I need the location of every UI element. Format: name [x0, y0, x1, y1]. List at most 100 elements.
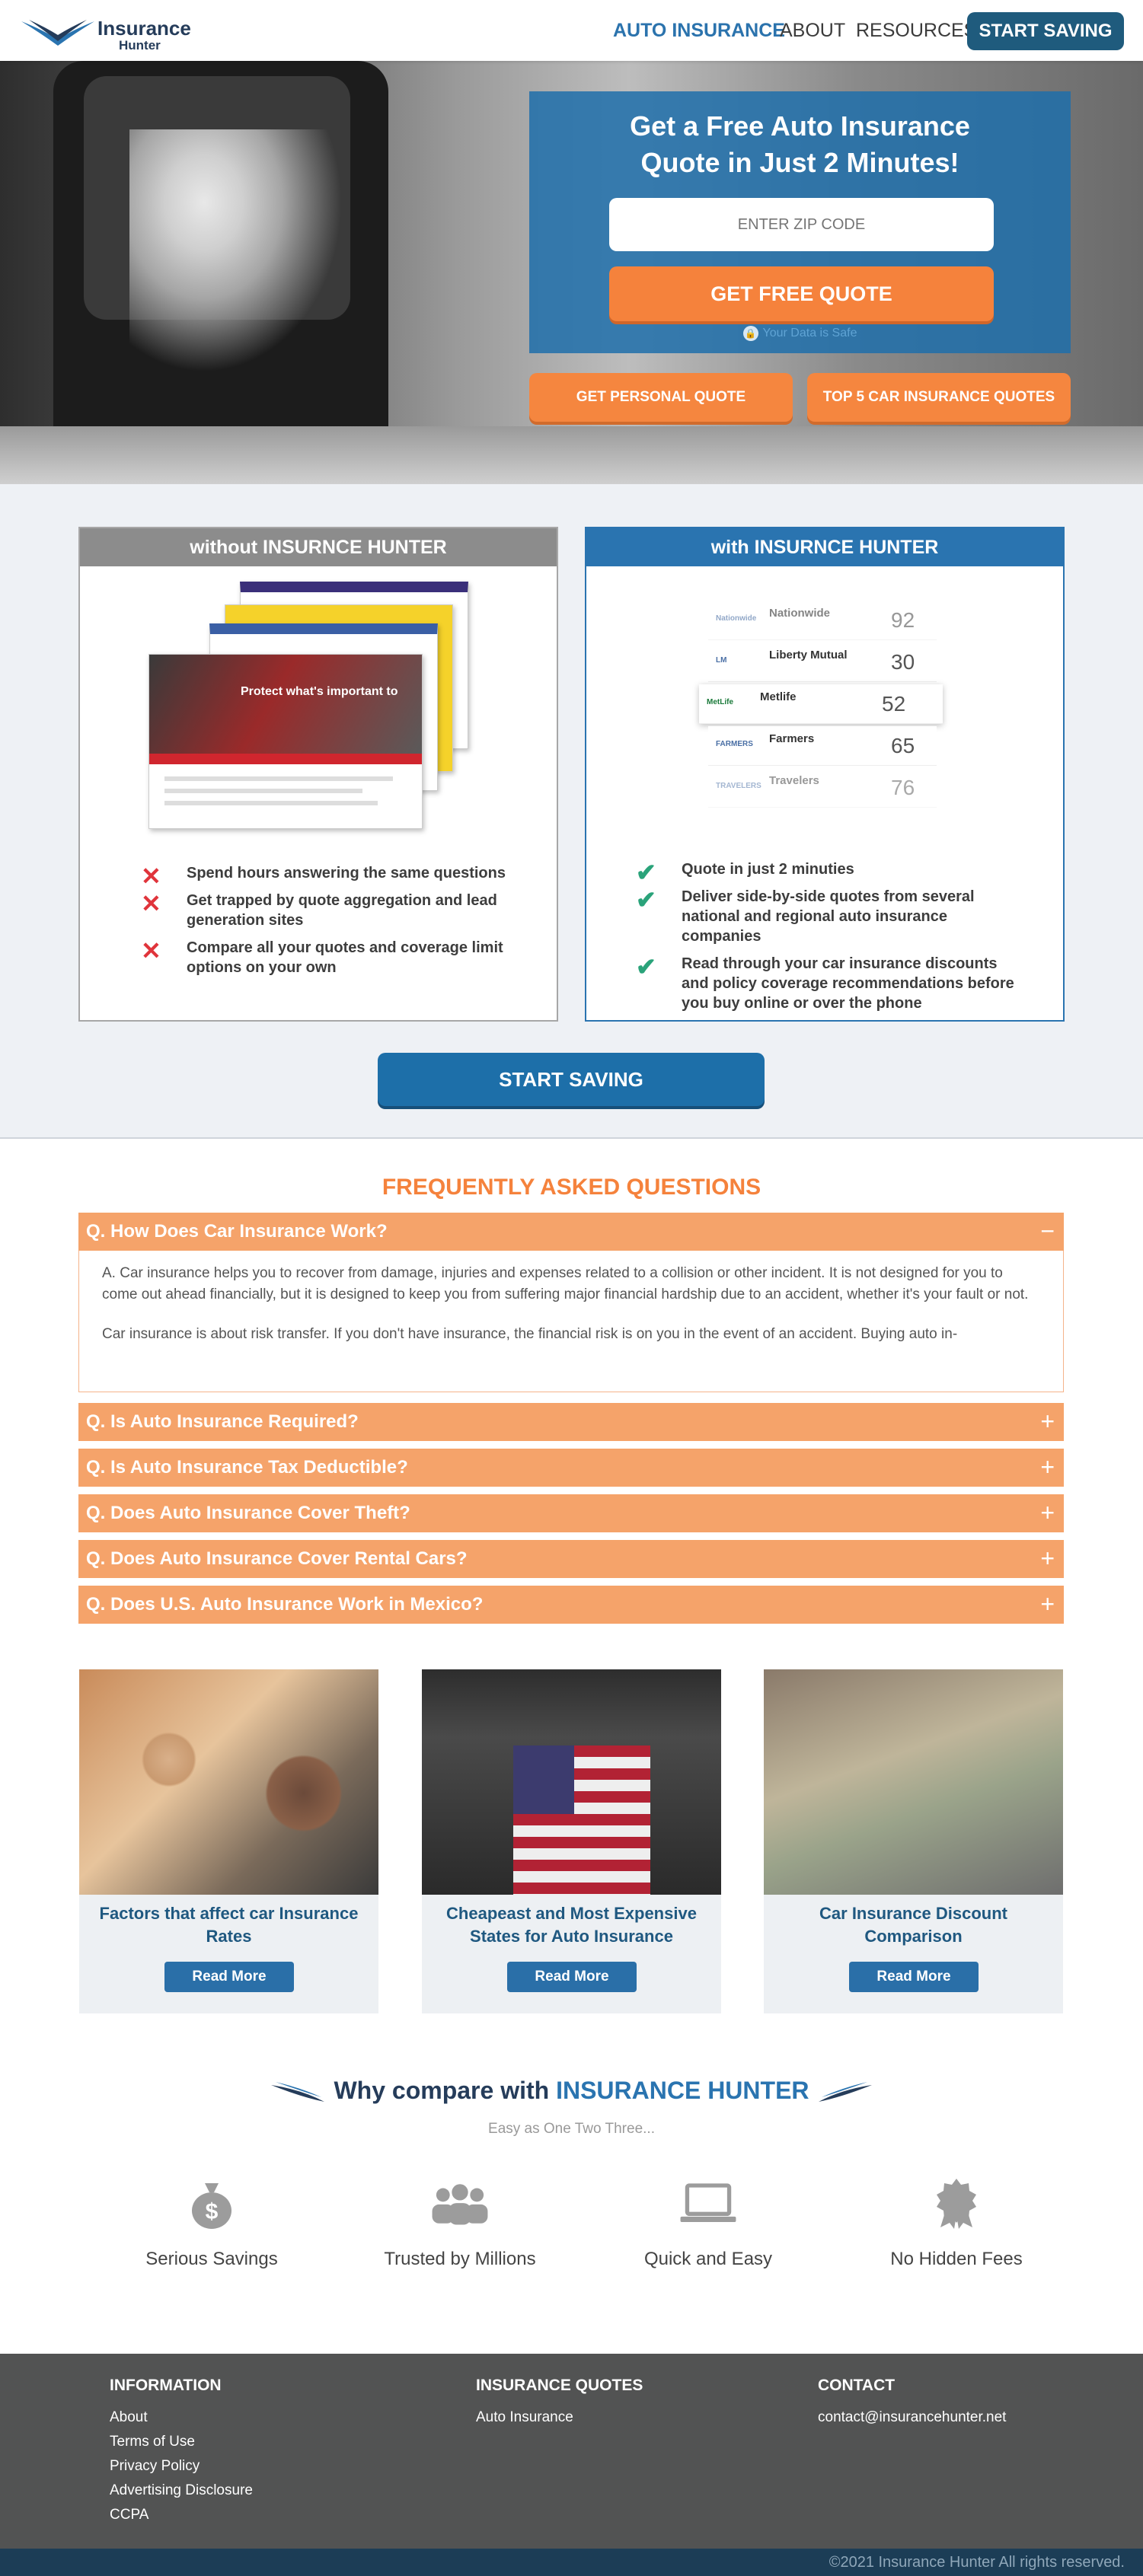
article-image-cash	[764, 1669, 1063, 1895]
hero-ground	[0, 426, 1143, 484]
expand-icon[interactable]: +	[1040, 1453, 1055, 1481]
footer-link-ccpa[interactable]: CCPA	[110, 2503, 253, 2527]
x-icon: ✕	[141, 937, 161, 964]
x-icon: ✕	[141, 890, 161, 917]
footer-link-about[interactable]: About	[110, 2405, 253, 2430]
with-item: ✔ Read through your car insurance discoun…	[636, 953, 1014, 1012]
quote-title-line1: Get a Free Auto Insurance	[630, 110, 970, 142]
article-image-friends-car	[79, 1669, 378, 1895]
data-safe-text: Your Data is Safe	[762, 327, 857, 340]
quote-row-highlighted: MetLife Metlife 52	[699, 684, 943, 724]
footer-link-privacy[interactable]: Privacy Policy	[110, 2454, 253, 2479]
site-header: Insurance Hunter AUTO INSURANCE ABOUT RE…	[0, 0, 1143, 61]
checkmark-icon: ✔	[636, 859, 656, 886]
without-item: ✕ Spend hours answering the same question…	[141, 862, 506, 890]
faq-answer: A. Car insurance helps you to recover fr…	[78, 1251, 1064, 1392]
feature-trusted: Trusted by Millions	[361, 2177, 559, 2270]
footer-link-terms[interactable]: Terms of Use	[110, 2430, 253, 2454]
quote-title-line2: Quote in Just 2 Minutes!	[640, 147, 959, 178]
article-title[interactable]: Factors that affect car Insurance Rates	[87, 1902, 371, 1948]
footer-info-column: INFORMATION About Terms of Use Privacy P…	[110, 2377, 253, 2527]
with-box-title: with INSURNCE HUNTER	[586, 528, 1063, 566]
data-safe-note: 🔒 Your Data is Safe	[529, 326, 1071, 341]
start-saving-button[interactable]: START SAVING	[967, 12, 1124, 50]
faq-answer-p1: A. Car insurance helps you to recover fr…	[102, 1265, 1029, 1302]
site-footer: INFORMATION About Terms of Use Privacy P…	[0, 2354, 1143, 2549]
checkmark-icon: ✔	[636, 886, 656, 913]
compare-section: without INSURNCE HUNTER Protect what's i…	[0, 484, 1143, 1139]
nav-about[interactable]: ABOUT	[780, 20, 845, 42]
quote-row: TRAVELERS Travelers 76	[708, 768, 937, 808]
nav-resources[interactable]: RESOURCES	[856, 20, 976, 42]
without-box-title: without INSURNCE HUNTER	[80, 528, 557, 566]
flag-image	[513, 1745, 650, 1895]
with-list: ✔ Quote in just 2 minuties ✔ Deliver side-…	[636, 859, 1024, 1021]
with-box: with INSURNCE HUNTER Nationwide Nationwid…	[585, 527, 1065, 1022]
footer-link-auto-insurance[interactable]: Auto Insurance	[476, 2405, 643, 2430]
read-more-button[interactable]: Read More	[507, 1962, 637, 1992]
nav-auto-insurance[interactable]: AUTO INSURANCE	[613, 20, 785, 42]
footer-contact-title: CONTACT	[818, 2377, 896, 2394]
feature-quick-easy: Quick and Easy	[609, 2177, 807, 2270]
feature-no-hidden-fees: No Hidden Fees	[857, 2177, 1055, 2270]
read-more-button[interactable]: Read More	[164, 1962, 294, 1992]
eagle-wings-icon	[21, 20, 94, 46]
get-free-quote-button[interactable]: GET FREE QUOTE	[609, 266, 994, 321]
without-box: without INSURNCE HUNTER Protect what's i…	[78, 527, 558, 1022]
without-item: ✕ Get trapped by quote aggregation and le…	[141, 890, 497, 929]
collapse-icon[interactable]: −	[1040, 1217, 1055, 1245]
why-title: Why compare with INSURANCE HUNTER	[0, 2077, 1143, 2105]
why-subtitle: Easy as One Two Three...	[488, 2121, 655, 2137]
faq-question[interactable]: Q. Is Auto Insurance Tax Deductible? +	[78, 1449, 1064, 1487]
logo-text-line2: Hunter	[119, 38, 161, 53]
faq-question[interactable]: Q. Is Auto Insurance Required? +	[78, 1403, 1064, 1441]
article-card: Cheapeast and Most Expensive States for …	[422, 1669, 721, 2013]
copyright-bar: ©2021 Insurance Hunter All rights reserv…	[0, 2549, 1143, 2576]
start-saving-cta-button[interactable]: START SAVING	[378, 1053, 765, 1106]
money-bag-icon: $	[181, 2177, 242, 2230]
quote-form-title: Get a Free Auto Insurance Quote in Just …	[529, 108, 1071, 181]
without-list: ✕ Spend hours answering the same question…	[141, 863, 529, 985]
get-personal-quote-button[interactable]: GET PERSONAL QUOTE	[529, 373, 793, 422]
zip-code-input[interactable]	[609, 198, 994, 251]
checkmark-icon: ✔	[636, 953, 656, 980]
footer-quotes-column: INSURANCE QUOTES Auto Insurance	[476, 2377, 643, 2430]
eagle-wing-left-icon	[271, 2081, 325, 2102]
people-group-icon	[429, 2177, 490, 2230]
faq-question-open[interactable]: Q. How Does Car Insurance Work? −	[78, 1213, 1064, 1251]
faq-title: FREQUENTLY ASKED QUESTIONS	[382, 1175, 761, 1200]
footer-link-advertising[interactable]: Advertising Disclosure	[110, 2479, 253, 2503]
footer-contact-column: CONTACT contact@insurancehunter.net	[818, 2377, 1006, 2430]
eagle-wing-right-icon	[818, 2081, 872, 2102]
faq-answer-p2: Car insurance is about risk transfer. If…	[102, 1326, 958, 1342]
footer-quotes-title: INSURANCE QUOTES	[476, 2377, 643, 2394]
quote-row: FARMERS Farmers 65	[708, 726, 937, 766]
screenshot-headline: Protect what's important to	[241, 685, 398, 698]
faq-question[interactable]: Q. Does U.S. Auto Insurance Work in Mexi…	[78, 1586, 1064, 1624]
faq-question[interactable]: Q. Does Auto Insurance Cover Theft? +	[78, 1494, 1064, 1532]
expand-icon[interactable]: +	[1040, 1590, 1055, 1618]
expand-icon[interactable]: +	[1040, 1545, 1055, 1573]
expand-icon[interactable]: +	[1040, 1499, 1055, 1527]
article-card: Car Insurance Discount Comparison Read M…	[764, 1669, 1063, 2013]
read-more-button[interactable]: Read More	[849, 1962, 979, 1992]
expand-icon[interactable]: +	[1040, 1408, 1055, 1436]
faq-question[interactable]: Q. Does Auto Insurance Cover Rental Cars…	[78, 1540, 1064, 1578]
logo[interactable]: Insurance Hunter	[21, 12, 196, 53]
quote-form: Get a Free Auto Insurance Quote in Just …	[529, 91, 1071, 353]
article-card: Factors that affect car Insurance Rates …	[79, 1669, 378, 2013]
without-item: ✕ Compare all your quotes and coverage li…	[141, 937, 503, 976]
article-title[interactable]: Cheapeast and Most Expensive States for …	[429, 1902, 714, 1948]
award-badge-icon	[926, 2177, 987, 2230]
laptop-icon	[678, 2177, 739, 2230]
screenshot-main: Protect what's important to	[148, 654, 423, 829]
x-icon: ✕	[141, 862, 161, 890]
feature-serious-savings: $ Serious Savings	[113, 2177, 311, 2270]
svg-text:$: $	[206, 2199, 219, 2224]
lock-icon: 🔒	[742, 326, 758, 341]
article-title[interactable]: Car Insurance Discount Comparison	[771, 1902, 1055, 1948]
footer-contact-email[interactable]: contact@insurancehunter.net	[818, 2405, 1006, 2430]
footer-info-title: INFORMATION	[110, 2377, 222, 2394]
top5-quotes-button[interactable]: TOP 5 CAR INSURANCE QUOTES	[807, 373, 1071, 422]
quote-row: LM Liberty Mutual 30	[708, 642, 937, 682]
